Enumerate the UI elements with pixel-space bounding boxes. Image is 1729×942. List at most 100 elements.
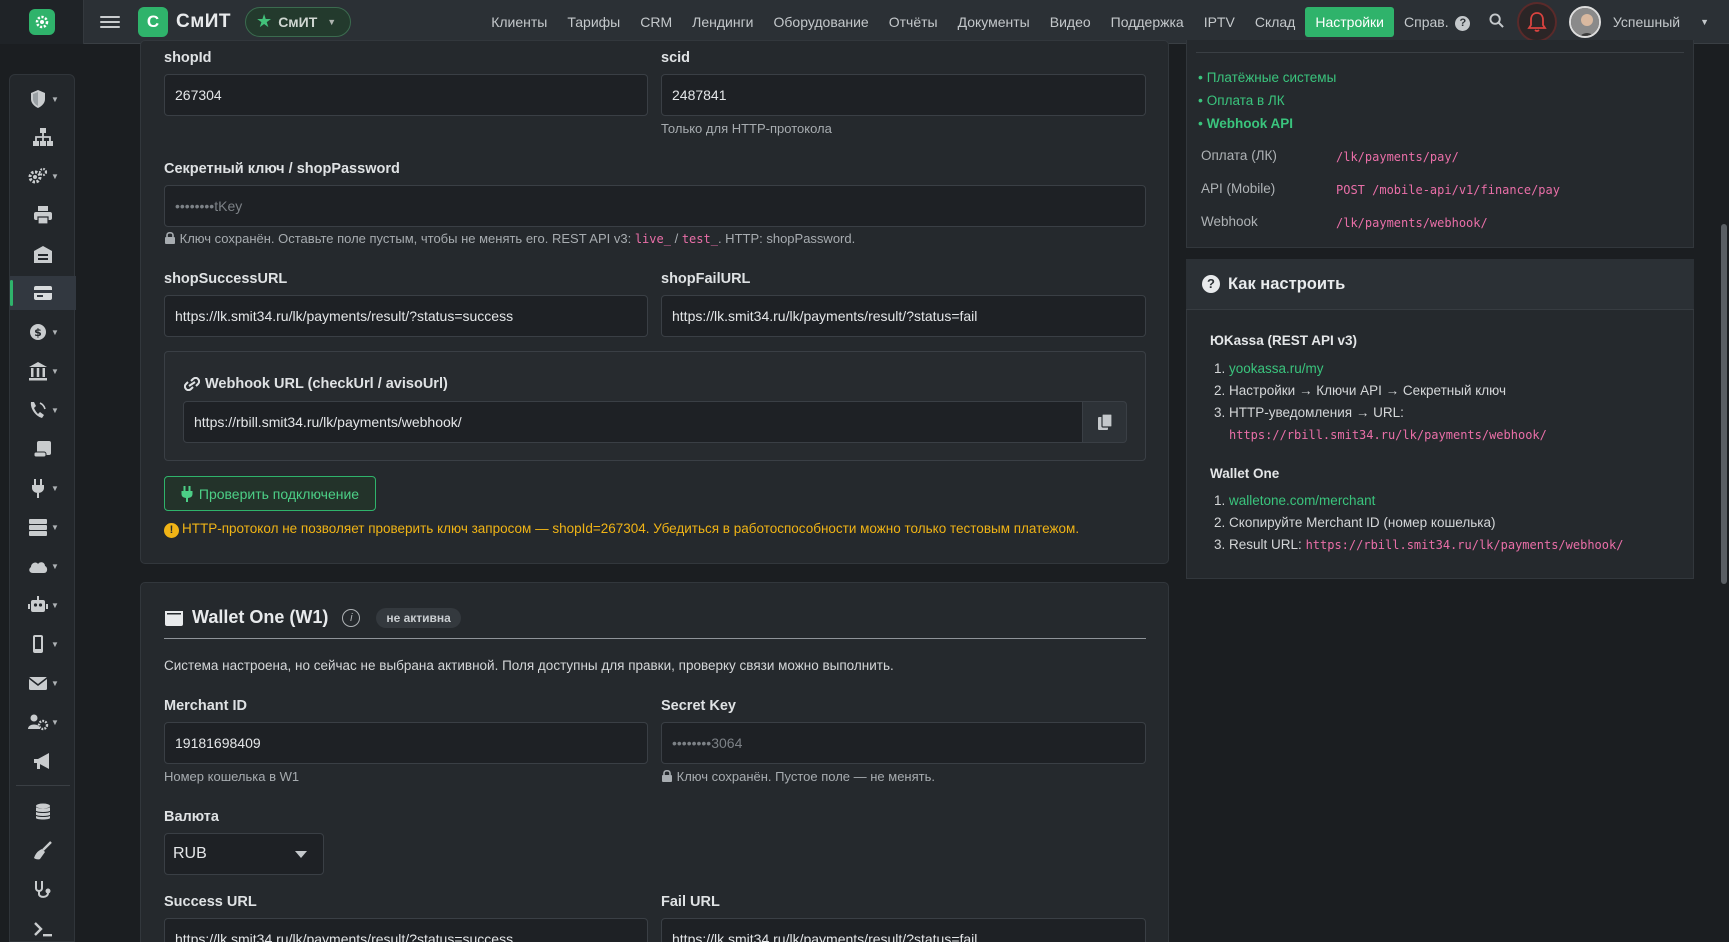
- nav-video[interactable]: Видео: [1040, 7, 1101, 37]
- menu-toggle-icon[interactable]: [100, 15, 120, 28]
- status-badge: не активна: [376, 607, 461, 628]
- yookassa-link[interactable]: yookassa.ru/my: [1229, 361, 1324, 376]
- w1-step-2: Скопируйте Merchant ID (номер кошелька): [1229, 515, 1496, 530]
- shopid-input[interactable]: 267304: [164, 74, 648, 116]
- scroll-icon: [33, 441, 51, 458]
- nav-iptv[interactable]: IPTV: [1194, 7, 1245, 37]
- link-item: • Оплата в ЛК: [1198, 92, 1285, 108]
- currency-select[interactable]: RUB: [164, 833, 324, 875]
- sidebar-item-terminal[interactable]: [10, 912, 76, 942]
- row-value: /lk/payments/pay/: [1336, 150, 1459, 164]
- sidebar-item-finance[interactable]: $ ▼: [10, 315, 76, 349]
- sidebar-item-security[interactable]: ▼: [10, 82, 76, 116]
- success-url-label: shopSuccessURL: [164, 271, 288, 287]
- webhook-label-text: Webhook URL (checkUrl / avisoUrl): [205, 376, 448, 392]
- nav-equipment[interactable]: Оборудование: [764, 7, 879, 37]
- phone-volume-icon: [30, 402, 46, 418]
- check-connection-button[interactable]: Проверить подключение: [164, 476, 376, 511]
- nav-crm[interactable]: CRM: [630, 7, 682, 37]
- notifications-button[interactable]: [1516, 2, 1557, 42]
- brand-name[interactable]: СмИТ: [176, 11, 231, 33]
- sidebar-item-payments[interactable]: [10, 276, 76, 310]
- sidebar-item-marketing[interactable]: [10, 744, 76, 778]
- page-scrollbar-thumb[interactable]: [1721, 224, 1727, 584]
- walletone-description: Система настроена, но сейчас не выбрана …: [164, 658, 894, 673]
- shopid-label: shopId: [164, 50, 212, 66]
- sidebar-item-scroll[interactable]: [10, 432, 76, 466]
- sidebar-separator: [16, 785, 70, 786]
- plug-icon: [32, 479, 45, 498]
- sidebar-item-users[interactable]: ▼: [10, 705, 76, 739]
- search-icon[interactable]: [1483, 12, 1511, 32]
- link-payment-systems[interactable]: Платёжные системы: [1207, 70, 1337, 85]
- sidebar-item-settings[interactable]: ▼: [10, 159, 76, 193]
- nav-tariffs[interactable]: Тарифы: [557, 7, 630, 37]
- success-url-input[interactable]: https://lk.smit34.ru/lk/payments/result/…: [164, 295, 648, 337]
- scid-input[interactable]: 2487841: [661, 74, 1146, 116]
- chevron-down-icon[interactable]: ▼: [1700, 17, 1709, 27]
- w1-secret-key-input[interactable]: ••••••••3064: [661, 722, 1146, 764]
- nav-clients[interactable]: Клиенты: [481, 7, 557, 37]
- nav-settings[interactable]: Настройки: [1305, 6, 1395, 37]
- sidebar-item-power[interactable]: ▼: [10, 471, 76, 505]
- help-icon[interactable]: ?: [1449, 13, 1477, 31]
- database-icon: [35, 803, 51, 820]
- brand-logo[interactable]: С: [138, 6, 168, 37]
- wallet-icon: [165, 610, 183, 626]
- secret-key-label: Секретный ключ / shopPassword: [164, 161, 400, 177]
- sidebar-item-servers[interactable]: ▼: [10, 510, 76, 544]
- user-name[interactable]: Успешный: [1613, 14, 1680, 30]
- walletone-divider: [164, 638, 1146, 639]
- webhook-url-input[interactable]: https://rbill.smit34.ru/lk/payments/webh…: [183, 401, 1083, 443]
- list-item: 2. Скопируйте Merchant ID (номер кошельк…: [1214, 515, 1496, 530]
- sidebar-item-warehouse[interactable]: [10, 237, 76, 271]
- avatar[interactable]: [1568, 6, 1601, 38]
- money-icon: $: [30, 324, 47, 340]
- bell-icon: [1527, 12, 1547, 32]
- gears-icon: [28, 167, 48, 184]
- sidebar-item-mobile[interactable]: ▼: [10, 627, 76, 661]
- fail-url-label: shopFailURL: [661, 271, 751, 287]
- sidebar-item-database[interactable]: [10, 795, 76, 829]
- webhook-label: Webhook URL (checkUrl / avisoUrl): [184, 376, 448, 392]
- w1-success-url-input[interactable]: https://lk.smit34.ru/lk/payments/result/…: [164, 918, 648, 942]
- list-item: 3. Result URL: https://rbill.smit34.ru/l…: [1214, 537, 1624, 552]
- nav-reports[interactable]: Отчёты: [879, 7, 948, 37]
- server-icon: [29, 519, 48, 536]
- fail-url-input[interactable]: https://lk.smit34.ru/lk/payments/result/…: [661, 295, 1146, 337]
- sidebar-item-bots[interactable]: ▼: [10, 588, 76, 622]
- main-nav: Клиенты Тарифы CRM Лендинги Оборудование…: [481, 6, 1458, 37]
- nav-documents[interactable]: Документы: [948, 7, 1040, 37]
- robot-icon: [28, 596, 49, 612]
- sidebar-item-cleanup[interactable]: [10, 834, 76, 868]
- merchant-id-input[interactable]: 19181698409: [164, 722, 648, 764]
- nav-landings[interactable]: Лендинги: [682, 7, 763, 37]
- plug-icon: [181, 485, 193, 502]
- scid-help: Только для HTTP-протокола: [661, 121, 832, 136]
- sidebar-item-print[interactable]: [10, 198, 76, 232]
- nav-warehouse[interactable]: Склад: [1245, 7, 1306, 37]
- sidebar-item-bank[interactable]: ▼: [10, 354, 76, 388]
- info-icon[interactable]: i: [342, 608, 361, 627]
- envelope-icon: [28, 677, 48, 690]
- links-panel-divider: [1196, 52, 1684, 53]
- sidebar-item-mail[interactable]: ▼: [10, 666, 76, 700]
- w1-step-3: Result URL:: [1229, 537, 1302, 552]
- link-webhook-api[interactable]: Webhook API: [1207, 116, 1293, 131]
- secret-key-input[interactable]: ••••••••tKey: [164, 185, 1146, 227]
- nav-support[interactable]: Поддержка: [1101, 7, 1194, 37]
- brand[interactable]: С СмИТ ★ СмИТ ▼: [138, 6, 352, 37]
- walletone-link[interactable]: walletone.com/merchant: [1229, 493, 1375, 508]
- company-selector[interactable]: ★ СмИТ ▼: [245, 6, 352, 37]
- copy-webhook-button[interactable]: [1083, 401, 1127, 443]
- sidebar-item-cloud[interactable]: ▼: [10, 549, 76, 583]
- gear-logo-icon[interactable]: [28, 8, 55, 35]
- link-lk-payment[interactable]: Оплата в ЛК: [1207, 93, 1285, 108]
- w1-fail-url-input[interactable]: https://lk.smit34.ru/lk/payments/result/…: [661, 918, 1146, 942]
- sidebar-item-network[interactable]: [10, 120, 76, 154]
- corner-logo-area[interactable]: [0, 0, 84, 44]
- bullhorn-icon: [34, 753, 49, 769]
- sidebar-item-telephony[interactable]: ▼: [10, 393, 76, 427]
- nav-right: ? Успешный ▼: [1449, 0, 1709, 44]
- sidebar-item-diagnostics[interactable]: [10, 873, 76, 907]
